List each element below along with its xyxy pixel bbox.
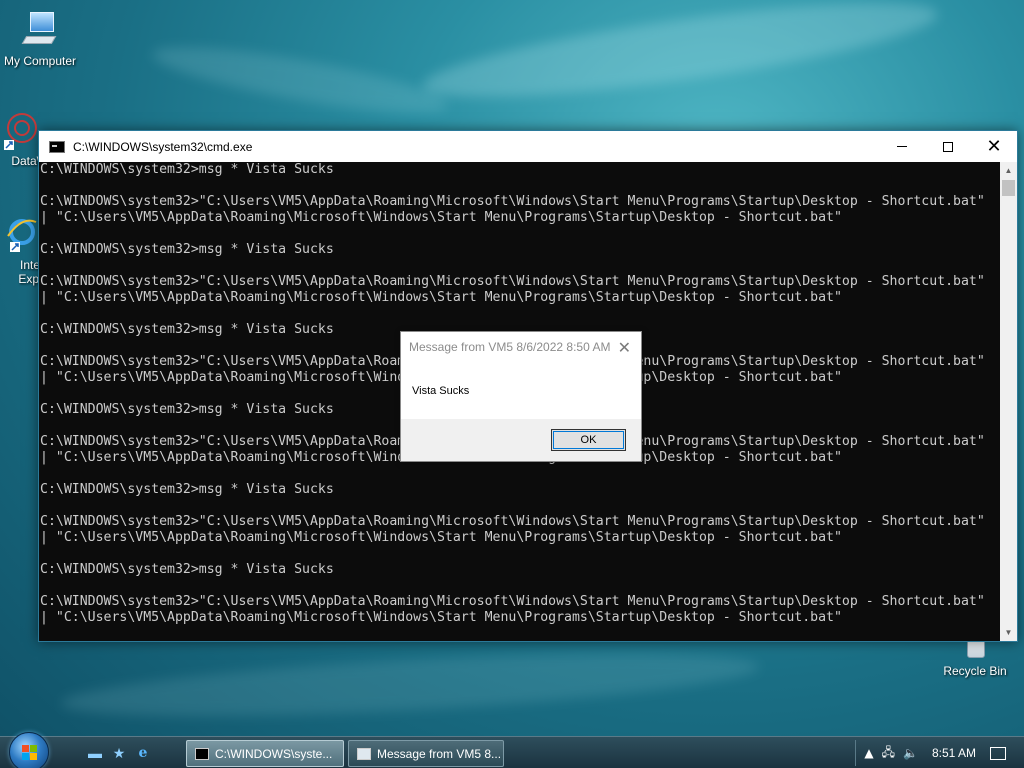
taskbar: ▬ ★ e C:\WINDOWS\syste... Message from V… [0,732,1024,768]
tray-separator [855,740,857,766]
console-line: | "C:\Users\VM5\AppData\Roaming\Microsof… [40,290,842,305]
close-icon: ✕ [986,136,1002,157]
dialog-message: Vista Sucks [412,385,470,397]
scroll-thumb[interactable] [1002,180,1015,196]
cmd-titlebar[interactable]: C:\WINDOWS\system32\cmd.exe ✕ [39,131,1017,162]
desktop-icon-label: Recycle Bin [943,664,1007,678]
dialog-titlebar[interactable]: Message from VM5 8/6/2022 8:50 AM ✕ [401,332,641,362]
console-line: | "C:\Users\VM5\AppData\Roaming\Microsof… [40,530,842,545]
console-line: | "C:\Users\VM5\AppData\Roaming\Microsof… [40,210,842,225]
ok-button[interactable]: OK [551,429,626,451]
show-desktop-icon[interactable]: ▬ [86,744,104,762]
message-dialog[interactable]: Message from VM5 8/6/2022 8:50 AM ✕ Vist… [400,331,642,462]
taskbar-button-label: Message from VM5 8... [377,746,502,761]
computer-icon [20,10,60,50]
console-line: | "C:\Users\VM5\AppData\Roaming\Microsof… [40,610,842,625]
console-line: C:\WINDOWS\system32>"C:\Users\VM5\AppDat… [40,594,985,609]
system-tray: ▲ 🖧 🔈 8:51 AM [855,737,1024,768]
cmd-icon [195,747,209,760]
scroll-up-arrow-icon[interactable]: ▲ [1000,162,1017,179]
cmd-icon [49,140,65,153]
clock[interactable]: 8:51 AM [932,746,976,760]
dataw-icon [2,110,42,150]
console-line: C:\WINDOWS\system32>msg * Vista Sucks [40,562,334,577]
desktop-icon-label: My Computer [3,54,77,68]
show-hidden-icons-icon[interactable]: ▲ [864,746,873,760]
taskbar-button-message[interactable]: Message from VM5 8... [348,740,504,767]
console-line: C:\WINDOWS\system32>msg * Vista Sucks [40,482,334,497]
wallpaper-highlight [418,0,942,116]
quick-launch: ▬ ★ e [86,744,152,762]
console-line: C:\WINDOWS\system32>"C:\Users\VM5\AppDat… [40,194,985,209]
taskbar-button-cmd[interactable]: C:\WINDOWS\syste... [186,740,344,767]
internet-explorer-icon[interactable]: e [134,744,152,762]
dialog-close-button[interactable]: ✕ [618,338,631,357]
desktop-icon-my-computer[interactable]: My Computer [0,10,80,68]
network-icon[interactable]: 🖧 [882,743,895,764]
scroll-down-arrow-icon[interactable]: ▼ [1000,624,1017,641]
dialog-title: Message from VM5 8/6/2022 8:50 AM [409,340,611,354]
console-line: C:\WINDOWS\system32>msg * Vista Sucks [40,162,334,177]
notifications-icon[interactable] [990,746,1006,760]
console-line: C:\WINDOWS\system32>"C:\Users\VM5\AppDat… [40,274,985,289]
switch-windows-icon[interactable]: ★ [110,744,128,762]
close-icon: ✕ [617,338,631,357]
console-line: C:\WINDOWS\system32>msg * Vista Sucks [40,242,334,257]
wallpaper-highlight [148,34,452,126]
cmd-title: C:\WINDOWS\system32\cmd.exe [73,139,253,154]
taskbar-button-label: C:\WINDOWS\syste... [215,746,333,761]
start-button[interactable] [9,732,49,768]
window-icon [357,747,371,760]
windows-logo-icon [22,745,38,761]
volume-icon[interactable]: 🔈 [903,746,918,760]
console-line: C:\WINDOWS\system32>"C:\Users\VM5\AppDat… [40,514,985,529]
minimize-button[interactable] [879,131,925,162]
maximize-button[interactable] [925,131,971,162]
dialog-footer: OK [401,419,641,461]
close-button[interactable]: ✕ [971,131,1017,162]
maximize-icon [943,141,953,152]
wallpaper-highlight [59,641,761,729]
internet-explorer-icon [0,214,40,254]
minimize-icon [897,146,907,147]
vertical-scrollbar[interactable]: ▲ ▼ [1000,162,1017,641]
